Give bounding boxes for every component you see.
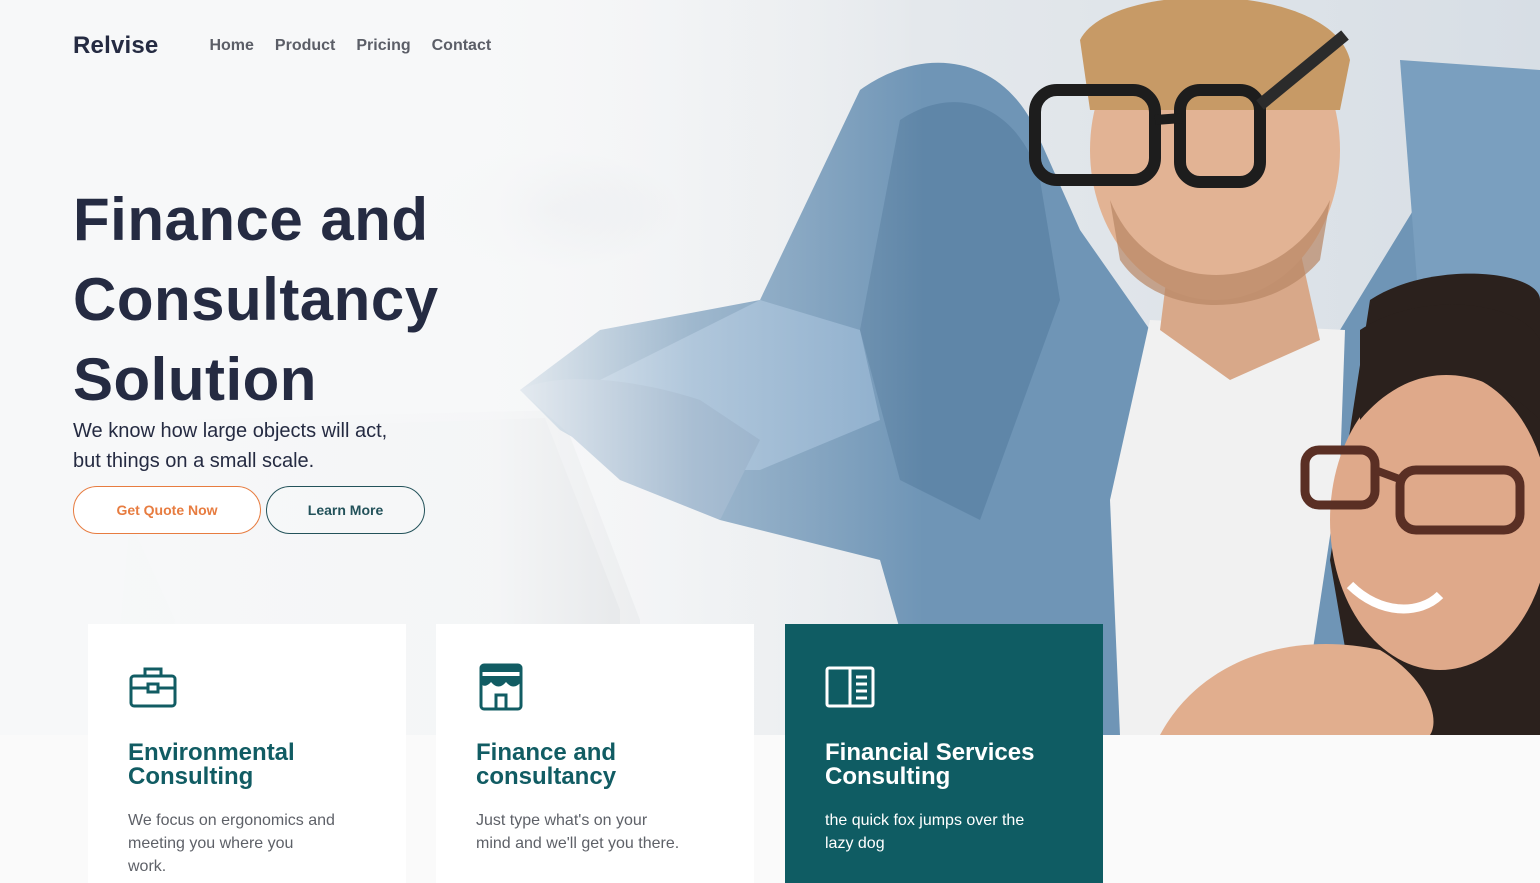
nav-link-contact[interactable]: Contact (432, 37, 492, 55)
hero-title-line: Solution (73, 346, 317, 413)
book-icon (825, 666, 875, 708)
service-card-financial-services[interactable]: Financial Services Consulting the quick … (785, 624, 1103, 883)
card-text-line: meeting you where you (128, 835, 294, 852)
brand-logo[interactable]: Relvise (73, 32, 158, 60)
card-title-line: Consulting (825, 763, 951, 790)
card-title-line: Environmental (128, 739, 295, 766)
card-description: the quick fox jumps over the lazy dog (825, 809, 1070, 855)
card-title: Finance and consultancy (476, 741, 716, 789)
card-title: Financial Services Consulting (825, 741, 1065, 789)
card-description: Just type what's on your mind and we'll … (476, 809, 721, 855)
learn-more-button[interactable]: Learn More (266, 486, 425, 534)
card-text-line: lazy dog (825, 835, 885, 852)
card-text-line: work. (128, 858, 167, 875)
get-quote-button[interactable]: Get Quote Now (73, 486, 261, 534)
briefcase-icon (129, 667, 177, 708)
card-text-line: mind and we'll get you there. (476, 835, 680, 852)
hero-subtitle-line: but things on a small scale. (73, 450, 315, 472)
card-text-line: Just type what's on your (476, 812, 648, 829)
hero-title-line: Finance and (73, 186, 429, 253)
nav-links: Home Product Pricing Contact (209, 37, 491, 55)
card-title: Environmental Consulting (128, 741, 368, 789)
nav-link-pricing[interactable]: Pricing (356, 37, 410, 55)
hero-subtitle: We know how large objects will act, but … (73, 416, 463, 476)
hero-title: Finance and Consultancy Solution (73, 180, 533, 420)
card-description: We focus on ergonomics and meeting you w… (128, 809, 373, 878)
service-card-environmental[interactable]: Environmental Consulting We focus on erg… (88, 624, 406, 883)
card-title-line: Finance and (476, 739, 617, 766)
service-card-finance[interactable]: Finance and consultancy Just type what's… (436, 624, 754, 883)
card-title-line: consultancy (476, 763, 617, 790)
card-title-line: Financial Services (825, 739, 1035, 766)
hero-subtitle-line: We know how large objects will act, (73, 420, 388, 442)
card-text-line: We focus on ergonomics and (128, 812, 335, 829)
nav-link-home[interactable]: Home (209, 37, 253, 55)
card-title-line: Consulting (128, 763, 254, 790)
card-text-line: the quick fox jumps over the (825, 812, 1025, 829)
store-icon (479, 663, 523, 711)
hero-title-line: Consultancy (73, 266, 439, 333)
nav-link-product[interactable]: Product (275, 37, 335, 55)
top-navigation: Relvise Home Product Pricing Contact (73, 30, 491, 62)
